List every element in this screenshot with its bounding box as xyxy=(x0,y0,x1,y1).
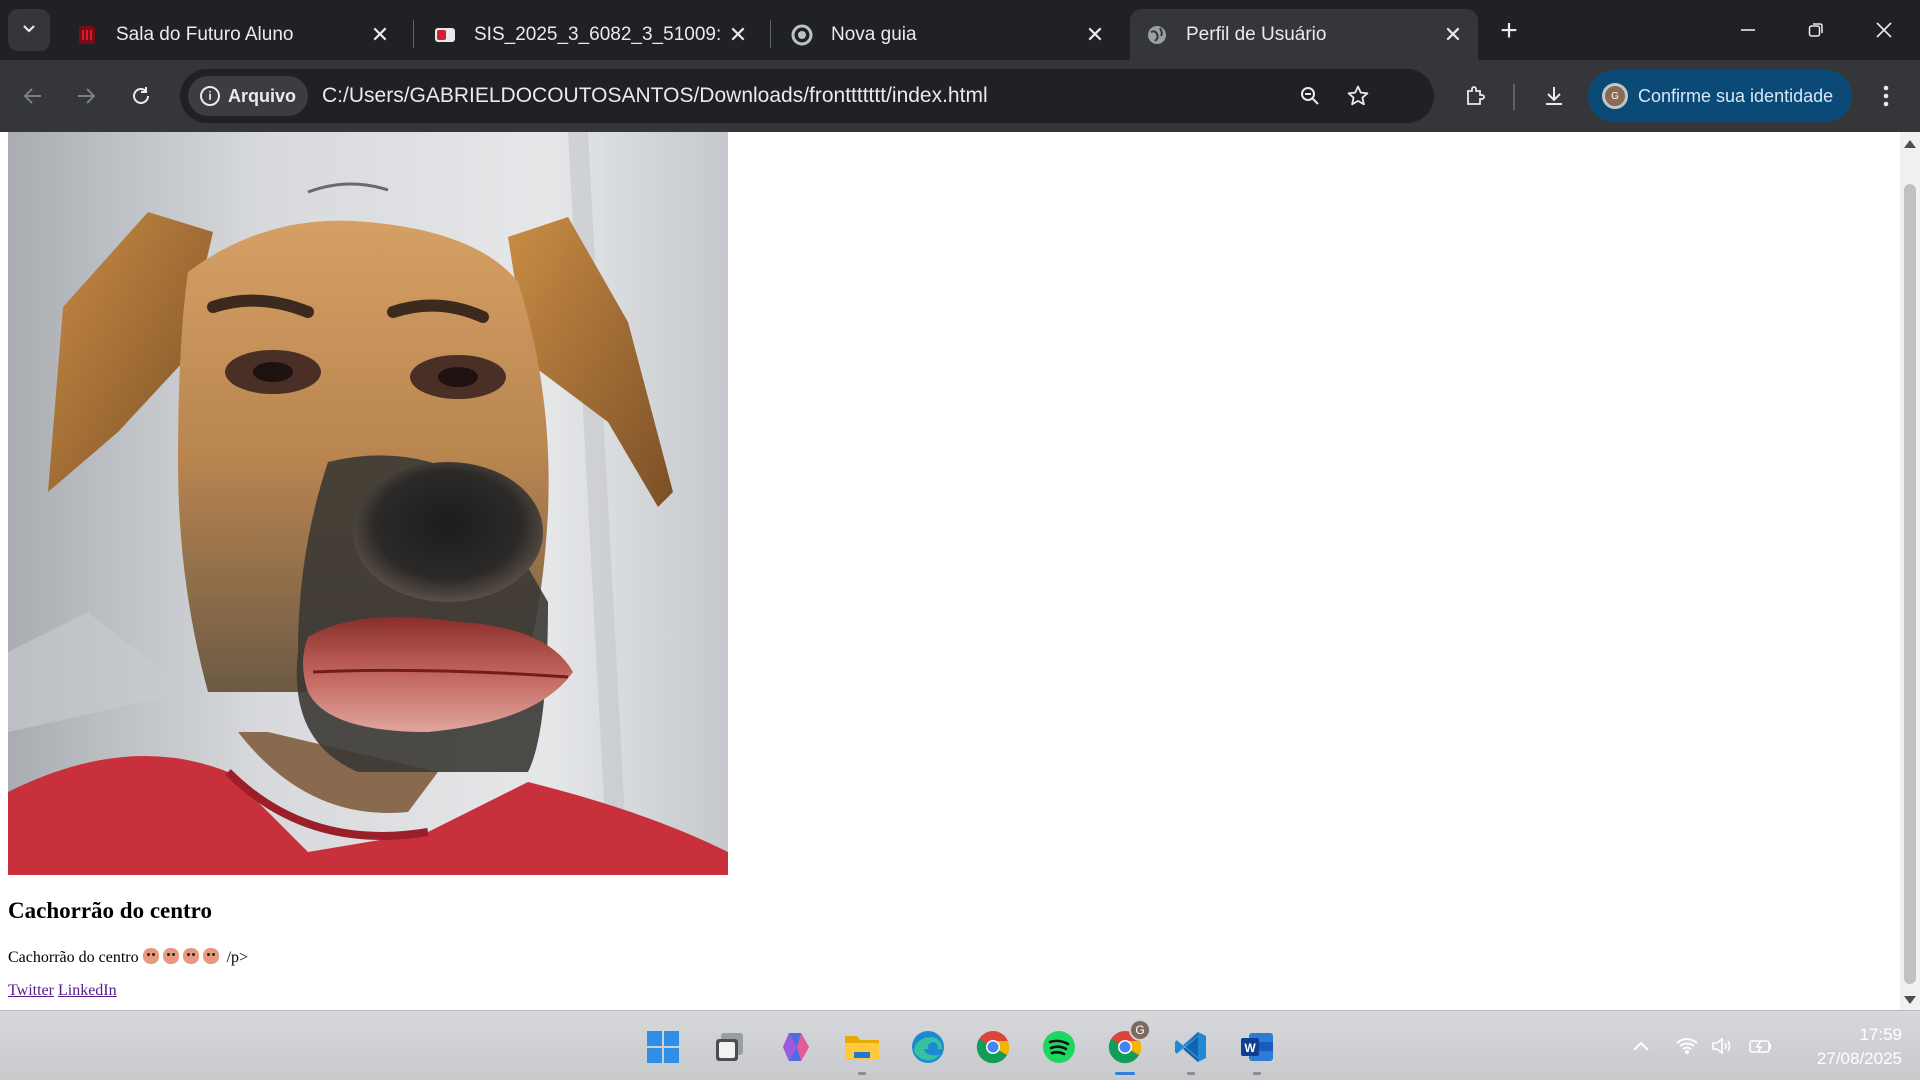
system-clock[interactable]: 17:59 27/08/2025 xyxy=(1790,1023,1902,1071)
browser-toolbar: i Arquivo C:/Users/GABRIELDOCOUTOSANTOS/… xyxy=(0,60,1920,132)
battery-icon[interactable] xyxy=(1746,1029,1776,1063)
svg-text:W: W xyxy=(1244,1041,1256,1055)
twitter-link[interactable]: Twitter xyxy=(8,982,54,999)
tab-title: Sala do Futuro Aluno xyxy=(116,23,294,45)
close-icon[interactable]: ✕ xyxy=(1080,20,1110,50)
menu-button[interactable] xyxy=(1866,76,1906,116)
avatar: G xyxy=(1602,83,1628,109)
chrome-icon[interactable] xyxy=(971,1025,1015,1069)
page-heading: Cachorrão do centro xyxy=(8,898,212,923)
close-icon[interactable]: ✕ xyxy=(365,20,395,50)
site-info-label: Arquivo xyxy=(228,85,297,106)
chevron-up-icon xyxy=(1633,1041,1649,1051)
task-view-icon[interactable] xyxy=(708,1025,752,1069)
plus-icon: + xyxy=(1500,14,1518,47)
file-explorer-icon[interactable] xyxy=(840,1025,884,1075)
forward-button[interactable] xyxy=(66,76,106,116)
close-icon xyxy=(1876,22,1892,38)
close-icon[interactable]: ✕ xyxy=(1438,20,1468,50)
arrow-left-icon xyxy=(23,88,41,104)
tab-strip: Sala do Futuro Aluno ✕ SIS_2025_3_6082_3… xyxy=(0,0,1920,60)
dog-face-icon xyxy=(162,948,179,964)
zoom-icon xyxy=(1301,87,1319,105)
tab-separator xyxy=(770,20,771,48)
tab-search-button[interactable] xyxy=(8,9,50,51)
tab-perfil-de-usuario[interactable]: Perfil de Usuário ✕ xyxy=(1130,9,1478,60)
vertical-scrollbar[interactable] xyxy=(1900,132,1920,1010)
downloads-button[interactable] xyxy=(1534,76,1574,116)
social-links: Twitter LinkedIn xyxy=(8,982,121,1000)
extensions-button[interactable] xyxy=(1455,76,1495,116)
minimize-button[interactable] xyxy=(1714,0,1782,60)
new-tab-button[interactable]: + xyxy=(1492,14,1526,48)
running-indicator xyxy=(1253,1072,1261,1075)
spotify-icon[interactable] xyxy=(1037,1025,1081,1069)
tab-title: SIS_2025_3_6082_3_51009: S19 xyxy=(474,23,723,45)
dog-face-icon xyxy=(202,948,219,964)
profile-badge: G xyxy=(1129,1019,1151,1041)
running-indicator xyxy=(858,1072,866,1075)
clock-time: 17:59 xyxy=(1859,1025,1902,1044)
profile-photo xyxy=(8,132,728,875)
tab-nova-guia[interactable]: Nova guia ✕ xyxy=(775,9,1120,60)
arrow-right-icon xyxy=(78,88,96,104)
clock-date: 27/08/2025 xyxy=(1816,1049,1902,1068)
address-bar[interactable]: i Arquivo C:/Users/GABRIELDOCOUTOSANTOS/… xyxy=(180,69,1434,123)
wifi-icon[interactable] xyxy=(1672,1029,1702,1063)
bookmark-button[interactable] xyxy=(1338,76,1378,116)
identity-label: Confirme sua identidade xyxy=(1638,85,1834,106)
scroll-thumb[interactable] xyxy=(1904,184,1916,984)
globe-icon xyxy=(1146,24,1168,46)
tab-title: Perfil de Usuário xyxy=(1186,23,1327,45)
paragraph-trailing-text: /p> xyxy=(226,949,249,966)
back-button[interactable] xyxy=(13,76,53,116)
dog-face-icon xyxy=(142,948,159,964)
restore-icon xyxy=(1808,23,1823,37)
star-icon xyxy=(1347,85,1369,106)
chevron-down-icon xyxy=(20,19,38,42)
download-icon xyxy=(1546,87,1562,105)
close-window-button[interactable] xyxy=(1850,0,1918,60)
running-indicator xyxy=(1187,1072,1195,1075)
chrome-icon xyxy=(791,24,813,46)
more-vert-icon xyxy=(1883,85,1889,107)
restore-button[interactable] xyxy=(1782,0,1850,60)
tab-sala-do-futuro[interactable]: Sala do Futuro Aluno ✕ xyxy=(60,9,405,60)
show-hidden-icons-button[interactable] xyxy=(1626,1029,1656,1063)
scroll-up-arrow[interactable] xyxy=(1904,140,1916,148)
page-viewport: Cachorrão do centro Cachorrão do centro … xyxy=(0,132,1900,1010)
tab-title: Nova guia xyxy=(831,23,917,45)
linkedin-link[interactable]: LinkedIn xyxy=(58,982,117,999)
copilot-icon[interactable] xyxy=(774,1025,818,1069)
close-icon[interactable]: ✕ xyxy=(723,20,753,50)
minimize-icon xyxy=(1741,29,1755,31)
site-info-chip[interactable]: i Arquivo xyxy=(188,76,309,116)
word-icon[interactable]: W xyxy=(1235,1025,1279,1075)
zoom-button[interactable] xyxy=(1290,76,1330,116)
volume-icon[interactable] xyxy=(1708,1029,1738,1063)
reload-icon xyxy=(133,87,149,104)
reload-button[interactable] xyxy=(121,76,161,116)
scroll-down-arrow[interactable] xyxy=(1904,996,1916,1004)
paragraph-text: Cachorrão do centro xyxy=(8,949,139,966)
toolbar-divider xyxy=(1513,84,1515,110)
sala-do-futuro-icon xyxy=(76,24,98,46)
vscode-icon[interactable] xyxy=(1169,1025,1213,1075)
windows-start-icon[interactable] xyxy=(641,1025,685,1069)
taskbar: G W 17:59 27/08/2025 xyxy=(0,1010,1920,1080)
edge-icon[interactable] xyxy=(906,1025,950,1069)
info-icon: i xyxy=(200,86,220,106)
tab-separator xyxy=(413,20,414,48)
puzzle-icon xyxy=(1467,86,1485,105)
running-indicator xyxy=(1115,1072,1135,1075)
dog-face-icon xyxy=(182,948,199,964)
identity-button[interactable]: G Confirme sua identidade xyxy=(1588,70,1852,122)
page-paragraph: Cachorrão do centro /p> xyxy=(8,948,248,967)
url-text[interactable]: C:/Users/GABRIELDOCOUTOSANTOS/Downloads/… xyxy=(322,84,988,108)
chrome-profile-icon[interactable]: G xyxy=(1103,1019,1151,1075)
tab-sis[interactable]: SIS_2025_3_6082_3_51009: S19 ✕ xyxy=(418,9,763,60)
sis-icon xyxy=(434,24,456,46)
